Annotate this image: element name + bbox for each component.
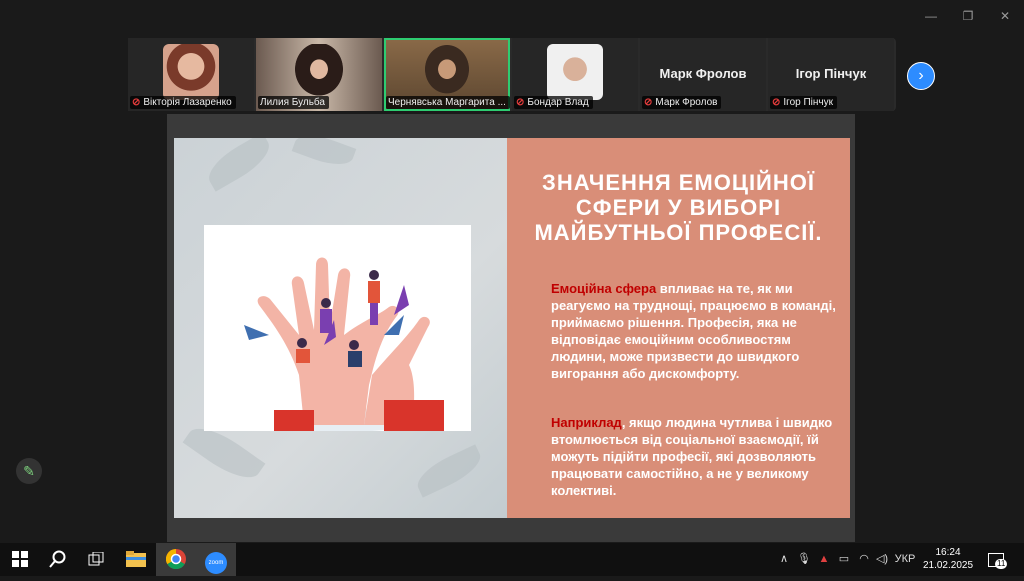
participant-display-name: Ігор Пінчук [795,66,867,81]
chevron-up-icon[interactable]: ∧ [776,543,792,576]
notifications-count: 11 [995,559,1008,569]
muted-mic-icon: ⊘ [644,97,653,108]
windows-taskbar: zoom ∧ 🎙 ▲ ▭ ◠ ◁) УКР 16:24 21.02.2025 1… [0,543,1024,576]
participant-tile-active-speaker[interactable]: Чернявська Маргарита ... [384,38,510,111]
annotate-pencil-icon[interactable]: ✎ [16,458,42,484]
restore-button[interactable]: ❐ [953,6,983,26]
avatar [547,44,603,100]
microphone-icon[interactable]: 🎙 [796,543,812,576]
zoom-app-icon[interactable]: zoom [196,543,236,576]
task-view-icon[interactable] [76,543,116,576]
participant-tile[interactable]: ⊘ Бондар Влад [512,38,638,111]
antivirus-icon[interactable]: ▲ [816,543,832,576]
muted-mic-icon: ⊘ [772,97,781,108]
chrome-icon[interactable] [156,543,196,576]
participant-tile[interactable]: Марк Фролов ⊘ Марк Фролов [640,38,766,111]
participant-display-name: Марк Фролов [659,66,747,81]
wifi-icon[interactable]: ◠ [856,543,872,576]
participant-name: Лилия Бульба [260,97,325,108]
next-participants-button[interactable]: › [907,62,935,90]
participant-strip: ⊘ Вікторія Лазаренко Лилия Бульба Чернявс… [128,38,896,111]
windows-start-icon[interactable] [0,543,40,576]
participant-name: Вікторія Лазаренко [143,97,232,108]
muted-mic-icon: ⊘ [516,97,525,108]
slide-title: Значення емоційної сфери у виборі майбут… [534,170,823,245]
participant-tile[interactable]: Ігор Пінчук ⊘ Ігор Пінчук [768,38,894,111]
participant-name: Марк Фролов [655,97,718,108]
battery-icon[interactable]: ▭ [836,543,852,576]
hands-illustration-image [204,225,471,432]
slide-left-panel [174,138,507,518]
participant-tile[interactable]: ⊘ Вікторія Лазаренко [128,38,254,111]
volume-icon[interactable]: ◁) [874,543,890,576]
video-feed [291,44,347,100]
avatar [163,44,219,100]
participant-name: Бондар Влад [527,97,589,108]
file-explorer-icon[interactable] [116,543,156,576]
close-button[interactable]: ✕ [990,6,1020,26]
participant-name: Ігор Пінчук [783,97,834,108]
video-feed [419,44,475,100]
minimize-button[interactable]: — [916,6,946,26]
slide-paragraph-2: Наприклад, якщо людина чутлива і швидко … [551,415,833,498]
search-icon[interactable] [38,543,78,576]
slide-right-panel: Значення емоційної сфери у виборі майбут… [507,138,850,518]
language-indicator[interactable]: УКР [892,543,918,576]
participant-tile[interactable]: Лилия Бульба [256,38,382,111]
slide-paragraph-1: Емоційна сфера впливає на те, як ми реаг… [551,281,836,381]
notifications-icon[interactable]: 11 [984,543,1008,576]
presentation-slide: Значення емоційної сфери у виборі майбут… [174,138,850,518]
clock[interactable]: 16:24 21.02.2025 [918,546,978,572]
participant-name: Чернявська Маргарита ... [388,97,506,108]
muted-mic-icon: ⊘ [132,97,141,108]
